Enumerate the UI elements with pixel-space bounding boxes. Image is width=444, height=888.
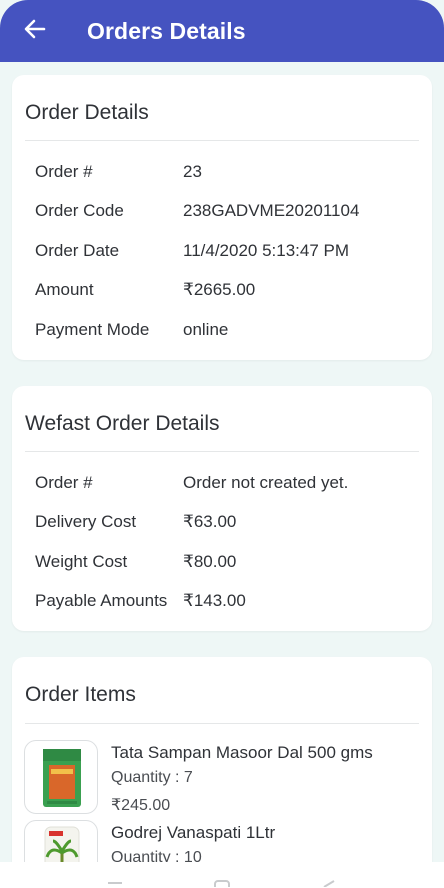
divider <box>25 723 419 724</box>
row-value: ₹143.00 <box>183 591 246 610</box>
order-date-row: Order Date 11/4/2020 5:13:47 PM <box>35 241 425 265</box>
row-value: Order not created yet. <box>183 473 349 492</box>
row-label: Weight Cost <box>35 552 128 571</box>
divider <box>25 140 419 141</box>
row-label: Order Date <box>35 241 120 260</box>
row-value: ₹80.00 <box>183 552 237 571</box>
list-item[interactable]: Tata Sampan Masoor Dal 500 gms Quantity … <box>24 740 424 820</box>
divider <box>25 451 419 452</box>
row-value: ₹63.00 <box>183 512 237 531</box>
back-nav-icon[interactable] <box>320 874 338 888</box>
item-quantity: Quantity : 7 <box>111 769 193 786</box>
order-number-row: Order # 23 <box>35 162 425 186</box>
wefast-order-row: Order # Order not created yet. <box>35 473 425 497</box>
arrow-left-icon <box>24 19 46 44</box>
item-name: Godrej Vanaspati 1Ltr <box>111 823 276 842</box>
row-value: 11/4/2020 5:13:47 PM <box>183 241 350 260</box>
home-icon[interactable] <box>213 874 231 888</box>
wefast-details-card: Wefast Order Details Order # Order not c… <box>12 386 432 631</box>
row-value: 23 <box>183 162 202 181</box>
wefast-details-title: Wefast Order Details <box>25 412 220 435</box>
app-bar: Orders Details <box>0 0 444 62</box>
item-name: Tata Sampan Masoor Dal 500 gms <box>111 743 373 762</box>
row-label: Payable Amounts <box>35 591 168 610</box>
order-code-row: Order Code 238GADVME20201104 <box>35 201 425 225</box>
row-value: 238GADVME20201104 <box>183 201 360 220</box>
order-items-card: Order Items Tata Sampan Masoor Dal 500 g… <box>12 657 432 887</box>
row-label: Order Code <box>35 201 124 220</box>
payment-mode-row: Payment Mode online <box>35 320 425 344</box>
product-image <box>24 740 98 814</box>
payable-amount-row: Payable Amounts ₹143.00 <box>35 591 425 615</box>
system-nav-bar <box>0 862 444 888</box>
amount-row: Amount ₹2665.00 <box>35 280 425 304</box>
row-value: ₹2665.00 <box>183 280 256 299</box>
item-price: ₹245.00 <box>111 797 171 814</box>
page-title: Orders Details <box>87 17 246 44</box>
back-button[interactable] <box>14 10 56 52</box>
weight-cost-row: Weight Cost ₹80.00 <box>35 552 425 576</box>
row-value: online <box>183 320 229 339</box>
row-label: Amount <box>35 280 94 299</box>
order-details-card: Order Details Order # 23 Order Code 238G… <box>12 75 432 360</box>
delivery-cost-row: Delivery Cost ₹63.00 <box>35 512 425 536</box>
row-label: Payment Mode <box>35 320 150 339</box>
row-label: Delivery Cost <box>35 512 137 531</box>
row-label: Order # <box>35 473 93 492</box>
row-label: Order # <box>35 162 93 181</box>
order-items-title: Order Items <box>25 683 136 706</box>
order-details-title: Order Details <box>25 101 149 124</box>
menu-icon[interactable] <box>106 874 124 888</box>
